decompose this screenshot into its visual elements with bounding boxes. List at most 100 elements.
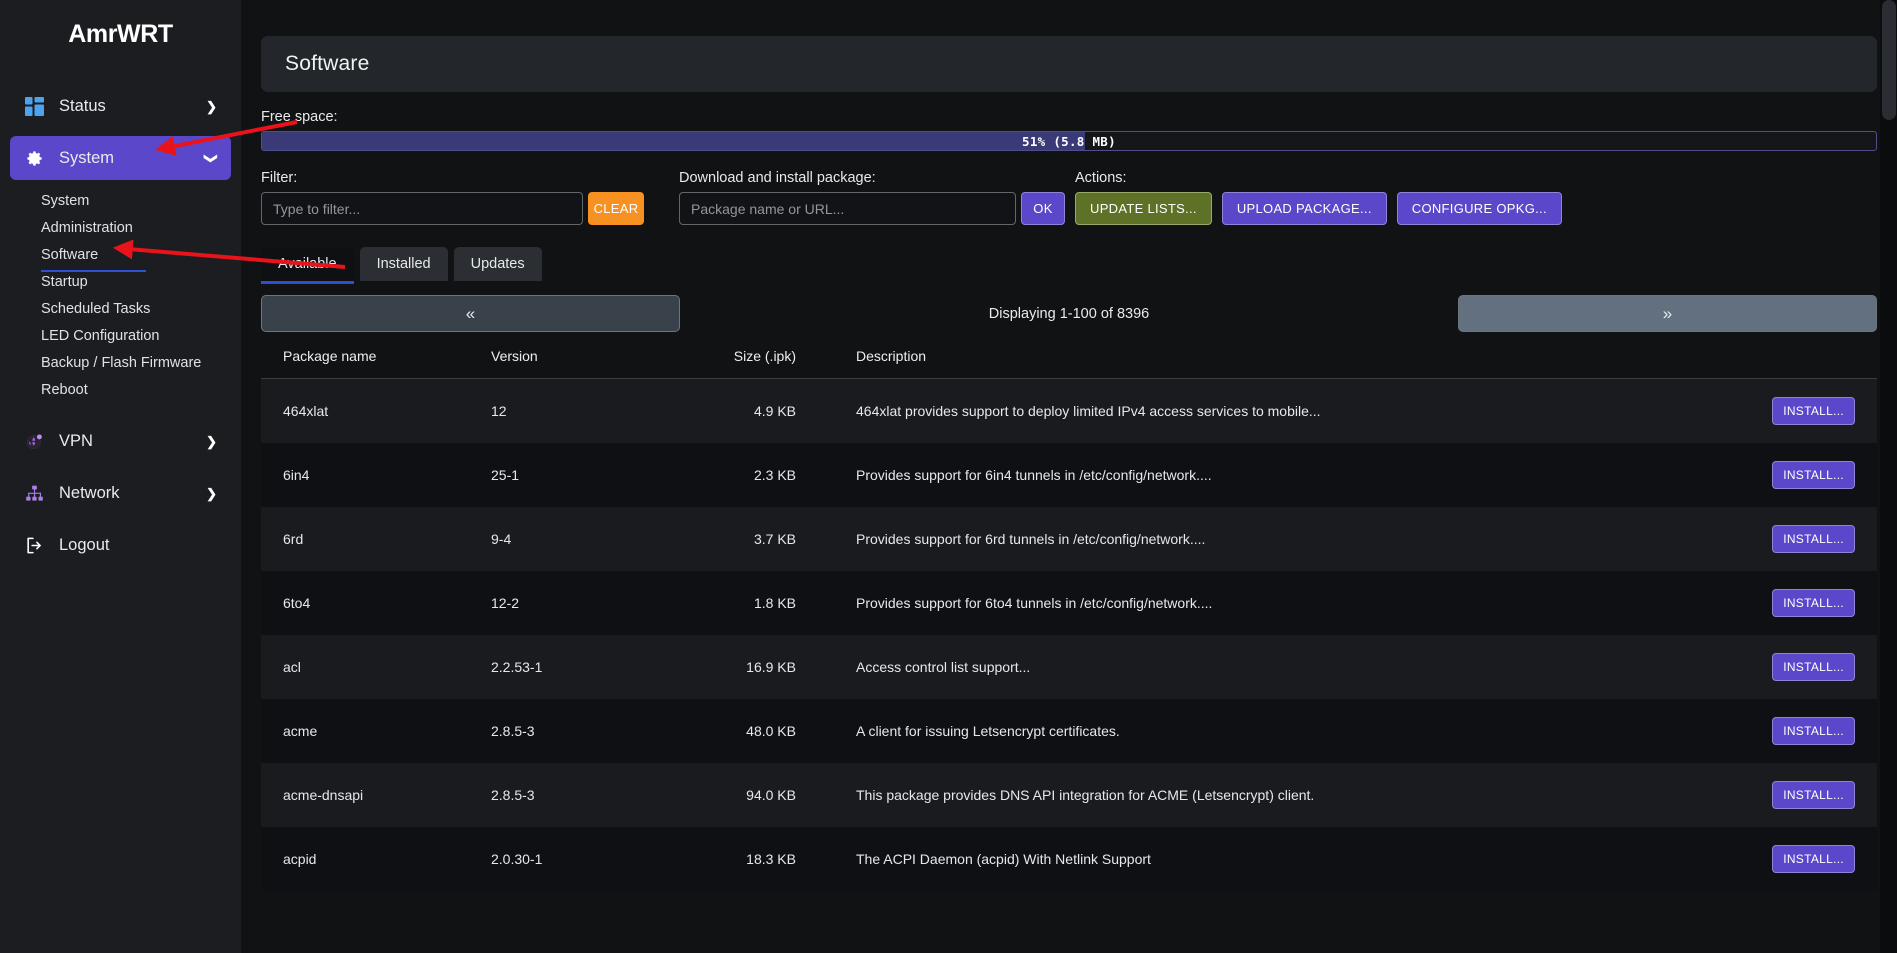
- tab-updates[interactable]: Updates: [453, 247, 542, 281]
- cell-version: 2.2.53-1: [491, 658, 543, 675]
- update-lists-button[interactable]: UPDATE LISTS...: [1075, 192, 1212, 225]
- column-header-size: Size (.ipk): [676, 348, 796, 379]
- cell-size: 18.3 KB: [746, 850, 796, 867]
- cell-description: Provides support for 6to4 tunnels in /et…: [856, 594, 1213, 611]
- network-tree-icon: [23, 482, 45, 504]
- cell-package-name: acpid: [283, 850, 317, 867]
- cell-package-name: 6rd: [283, 530, 304, 547]
- sidebar-subitem-led-configuration[interactable]: LED Configuration: [0, 323, 241, 350]
- cell-description: This package provides DNS API integratio…: [856, 786, 1315, 803]
- cell-package-name: acme-dnsapi: [283, 786, 364, 803]
- sidebar-item-label: System: [59, 148, 115, 167]
- actions-group: Actions: UPDATE LISTS... UPLOAD PACKAGE.…: [1075, 153, 1562, 225]
- table-row: acme 2.8.5-3 48.0 KB A client for issuing L…: [261, 698, 1877, 763]
- sidebar-subitem-label: Software: [41, 247, 99, 263]
- column-header-version: Version: [491, 348, 676, 379]
- sidebar-subitem-scheduled-tasks[interactable]: Scheduled Tasks: [0, 296, 241, 323]
- filter-group: Filter: CLEAR: [261, 153, 644, 225]
- cell-actions: INSTALL...: [1757, 635, 1877, 699]
- sidebar-item-label: Logout: [59, 535, 110, 554]
- pagination: « Displaying 1-100 of 8396 »: [261, 295, 1877, 332]
- cell-description: 464xlat provides support to deploy limit…: [856, 402, 1321, 419]
- cell-package-name: 6in4: [283, 466, 310, 483]
- packages-table: Package name Version Size (.ipk) Descrip…: [261, 348, 1877, 891]
- sidebar-item-status[interactable]: Status: [10, 84, 231, 128]
- vpn-globe-icon: [23, 430, 45, 452]
- cell-actions: INSTALL...: [1757, 507, 1877, 571]
- primary-nav: Status System System Administration Soft…: [0, 84, 241, 567]
- system-submenu: System Administration Software Startup S…: [0, 188, 241, 405]
- chevron-right-icon: [206, 487, 217, 500]
- vertical-scrollbar-track[interactable]: [1880, 0, 1897, 953]
- cell-size: 1.8 KB: [753, 594, 796, 611]
- sidebar-subitem-system[interactable]: System: [0, 188, 241, 215]
- download-ok-button[interactable]: OK: [1021, 192, 1065, 225]
- sidebar-subitem-label: Backup / Flash Firmware: [41, 355, 202, 371]
- cell-package-name: acl: [283, 658, 301, 675]
- cell-size: 4.9 KB: [753, 402, 796, 419]
- sidebar-item-label: Network: [59, 483, 120, 502]
- filter-label: Filter:: [261, 170, 298, 186]
- vertical-scrollbar-thumb[interactable]: [1882, 0, 1896, 120]
- previous-page-button[interactable]: «: [261, 295, 680, 332]
- page-title: Software: [285, 52, 370, 75]
- packages-table-head: Package name Version Size (.ipk) Descrip…: [261, 348, 1877, 379]
- packages-table-body: 464xlat 12 4.9 KB 464xlat provides support …: [261, 378, 1877, 891]
- install-button[interactable]: INSTALL...: [1772, 588, 1855, 617]
- content-body: Free space: 51% (5.8 MB) Filter: CLEAR D…: [241, 109, 1897, 891]
- cell-size: 94.0 KB: [746, 786, 796, 803]
- table-header-row: Package name Version Size (.ipk) Descrip…: [261, 348, 1877, 379]
- sidebar-subitem-label: System: [41, 193, 90, 209]
- cell-size: 2.3 KB: [753, 466, 796, 483]
- gear-icon: [23, 147, 45, 169]
- configure-opkg-button[interactable]: CONFIGURE OPKG...: [1396, 192, 1562, 225]
- cell-version: 25-1: [491, 466, 520, 483]
- chevron-right-icon: [206, 100, 217, 113]
- download-group: Download and install package: OK: [679, 153, 1065, 225]
- sidebar-item-logout[interactable]: Logout: [10, 523, 231, 567]
- cell-description: The ACPI Daemon (acpid) With Netlink Sup…: [856, 850, 1151, 867]
- install-button[interactable]: INSTALL...: [1772, 396, 1855, 425]
- tab-available[interactable]: Available: [261, 247, 354, 284]
- install-button[interactable]: INSTALL...: [1772, 844, 1855, 873]
- sidebar-subitem-startup[interactable]: Startup: [0, 269, 241, 296]
- main-content: Software Free space: 51% (5.8 MB) Filter…: [241, 0, 1897, 953]
- brand-logo[interactable]: AmrWRT: [0, 0, 241, 62]
- sidebar-subitem-administration[interactable]: Administration: [0, 215, 241, 242]
- sidebar-item-vpn[interactable]: VPN: [10, 419, 231, 463]
- sidebar-item-system[interactable]: System: [10, 136, 231, 180]
- cell-size: 48.0 KB: [746, 722, 796, 739]
- tab-installed[interactable]: Installed: [359, 247, 448, 281]
- package-tabs: Available Installed Updates: [261, 247, 1877, 284]
- table-row: 6to4 12-2 1.8 KB Provides support for 6to4 …: [261, 570, 1877, 635]
- clear-filter-button[interactable]: CLEAR: [588, 192, 644, 225]
- install-button[interactable]: INSTALL...: [1772, 524, 1855, 553]
- cell-actions: INSTALL...: [1757, 699, 1877, 763]
- install-button[interactable]: INSTALL...: [1772, 652, 1855, 681]
- next-page-button[interactable]: »: [1458, 295, 1877, 332]
- cell-package-name: 6to4: [283, 594, 311, 611]
- sidebar-subitem-backup-flash-firmware[interactable]: Backup / Flash Firmware: [0, 350, 241, 377]
- sidebar-item-network[interactable]: Network: [10, 471, 231, 515]
- sidebar-subitem-software[interactable]: Software: [0, 242, 241, 272]
- cell-version: 9-4: [491, 530, 512, 547]
- install-button[interactable]: INSTALL...: [1772, 780, 1855, 809]
- install-button[interactable]: INSTALL...: [1772, 460, 1855, 489]
- chevron-down-icon: [206, 152, 217, 165]
- actions-label: Actions:: [1075, 170, 1127, 186]
- upload-package-button[interactable]: UPLOAD PACKAGE...: [1221, 192, 1387, 225]
- column-header-description: Description: [796, 348, 1757, 379]
- filter-input[interactable]: [261, 192, 583, 225]
- sidebar-subitem-reboot[interactable]: Reboot: [0, 377, 241, 404]
- download-package-input[interactable]: [679, 192, 1016, 225]
- cell-version: 12: [491, 402, 507, 419]
- column-header-package-name: Package name: [261, 348, 491, 379]
- cell-size: 3.7 KB: [753, 530, 796, 547]
- controls-row: Filter: CLEAR Download and install packa…: [261, 153, 1877, 225]
- chevron-right-icon: [206, 435, 217, 448]
- cell-description: Provides support for 6in4 tunnels in /et…: [856, 466, 1212, 483]
- table-row: acme-dnsapi 2.8.5-3 94.0 KB This package pr…: [261, 762, 1877, 827]
- grid-icon: [23, 95, 45, 117]
- cell-version: 2.8.5-3: [491, 786, 535, 803]
- install-button[interactable]: INSTALL...: [1772, 716, 1855, 745]
